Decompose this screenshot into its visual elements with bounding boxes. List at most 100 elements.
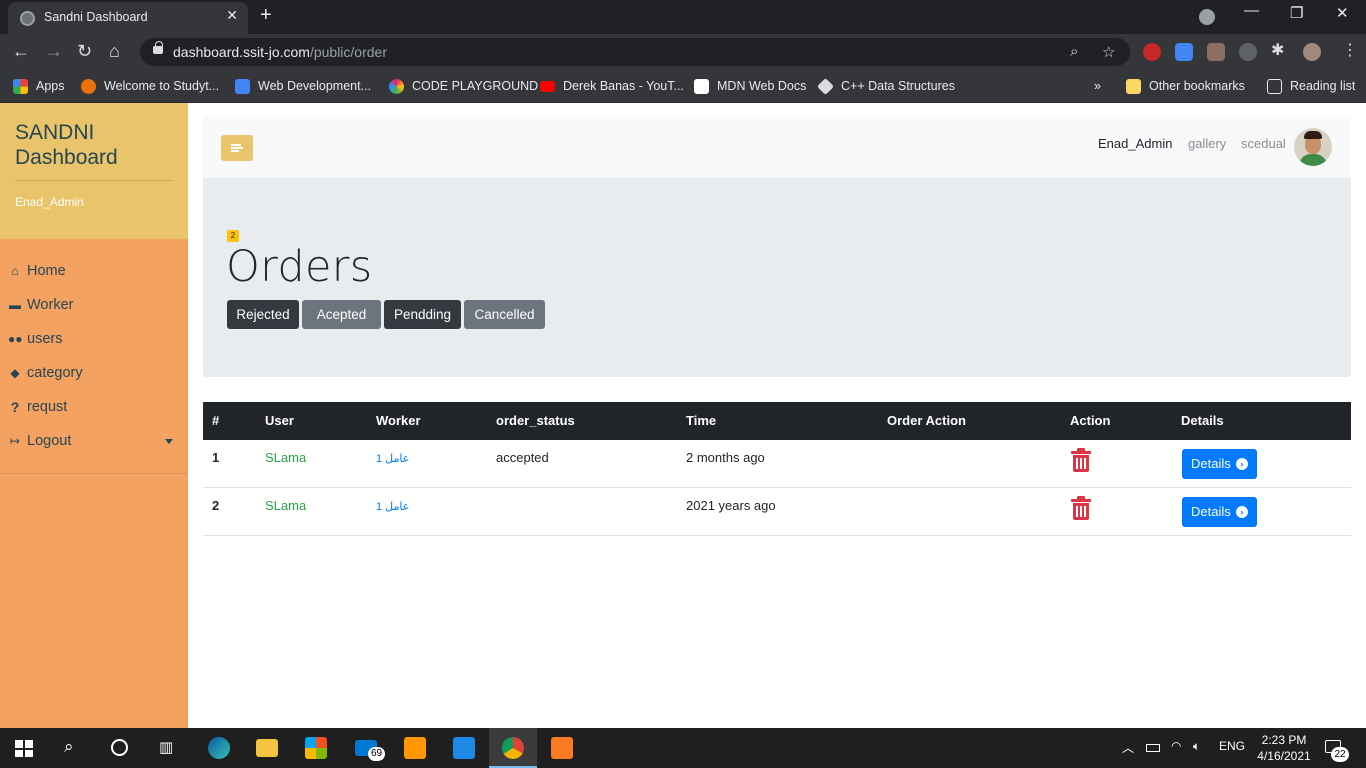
taskbar-vscode[interactable] (440, 728, 488, 768)
column-header: order_status (496, 413, 575, 428)
bookmark-mdn[interactable]: MDN Web Docs (694, 77, 806, 95)
store-icon (305, 737, 327, 759)
filter-rejected-button[interactable]: Rejected (227, 300, 299, 329)
extension-icon[interactable] (1239, 43, 1257, 61)
sidebar-toggle-button[interactable] (221, 135, 253, 161)
taskbar-file-explorer[interactable] (243, 728, 291, 768)
reading-list-button[interactable]: Reading list (1267, 77, 1355, 95)
details-button[interactable]: Details › (1182, 449, 1257, 479)
filter-pending-button[interactable]: Pendding (384, 300, 461, 329)
xampp-icon (551, 737, 573, 759)
volume-icon[interactable]: 🔈︎ (1193, 739, 1200, 754)
taskbar-edge[interactable] (195, 728, 243, 768)
puzzle-icon[interactable]: ✱ (1271, 41, 1284, 61)
bookmark-derek-banas[interactable]: Derek Banas - YouT... (540, 77, 684, 95)
sidebar-item-logout[interactable]: ↦ Logout (8, 430, 71, 452)
folder-icon (1126, 78, 1141, 94)
reload-icon[interactable]: ↻ (77, 41, 92, 61)
browser-tab[interactable]: Sandni Dashboard ✕ (8, 2, 248, 34)
zoom-icon[interactable]: ⌕ (1070, 43, 1078, 60)
bookmark-apps[interactable]: Apps (13, 77, 65, 95)
search-icon[interactable]: ⌕ (64, 737, 74, 757)
restore-icon[interactable]: ❐ (1290, 4, 1303, 22)
menu-bar (231, 144, 241, 146)
cortana-icon[interactable] (111, 739, 128, 756)
windows-start-icon[interactable] (15, 740, 33, 757)
more-menu-icon[interactable]: ⋮ (1342, 41, 1358, 61)
reading-list-icon (1267, 78, 1282, 94)
url-text[interactable]: dashboard.ssit-jo.com/public/order (173, 44, 387, 60)
close-window-icon[interactable]: ✕ (1336, 4, 1349, 22)
order-user-link[interactable]: SLama (265, 450, 306, 465)
translate-extension-icon[interactable] (1175, 43, 1193, 61)
sidebar-header: SANDNI Dashboard Enad_Admin (0, 103, 188, 239)
close-tab-icon[interactable]: ✕ (226, 7, 238, 24)
back-arrow-icon[interactable]: ← (12, 41, 30, 61)
details-button[interactable]: Details › (1182, 497, 1257, 527)
sidebar-item-category[interactable]: ◆ category (8, 362, 82, 384)
new-tab-icon[interactable]: + (260, 5, 272, 25)
column-header: Order Action (887, 413, 966, 428)
battery-icon[interactable] (1146, 744, 1160, 752)
avatar[interactable] (1294, 128, 1332, 166)
bookmark-code-playground[interactable]: CODE PLAYGROUND (389, 77, 538, 95)
taskbar-mail[interactable]: 69 (342, 728, 390, 768)
order-time: 2 months ago (686, 450, 765, 465)
sidebar-item-worker[interactable]: ▬ Worker (8, 294, 73, 316)
extension-icon[interactable] (1143, 43, 1161, 61)
sidebar-item-users[interactable]: ●● users (8, 328, 62, 350)
taskbar-store[interactable] (292, 728, 340, 768)
chevron-up-icon[interactable]: ︿ (1122, 739, 1134, 756)
bookmarks-bar: Apps Welcome to Studyt... Web Developmen… (0, 70, 1366, 103)
nav-link-gallery[interactable]: gallery (1188, 136, 1226, 151)
order-number: 1 (212, 450, 220, 465)
table-row: 2 SLama عامل 1 2021 years ago Details › (203, 488, 1351, 536)
nav-link-scedual[interactable]: scedual (1241, 136, 1286, 151)
filter-accepted-button[interactable]: Acepted (302, 300, 381, 329)
mail-badge: 69 (368, 747, 386, 761)
filter-cancelled-button[interactable]: Cancelled (464, 300, 545, 329)
forward-arrow-icon[interactable]: → (45, 41, 63, 61)
home-icon[interactable]: ⌂ (109, 41, 120, 61)
cpp-icon (817, 77, 834, 95)
minimize-icon[interactable]: — (1244, 2, 1259, 19)
sidebar-item-home[interactable]: ⌂ Home (8, 260, 65, 282)
order-worker-link[interactable]: عامل 1 (376, 452, 409, 465)
sidebar: SANDNI Dashboard Enad_Admin ⌂ Home ▬ Wor… (0, 103, 188, 728)
table-row: 1 SLama عامل 1 accepted 2 months ago Det… (203, 440, 1351, 488)
chrome-profile-icon[interactable] (1199, 9, 1215, 25)
youtube-icon (540, 80, 555, 92)
order-worker-link[interactable]: عامل 1 (376, 500, 409, 513)
browser-tab-strip: Sandni Dashboard ✕ + — ❐ ✕ (0, 0, 1366, 34)
divider (0, 473, 188, 474)
tab-title: Sandni Dashboard (44, 10, 148, 24)
bookmark-other-bookmarks[interactable]: Other bookmarks (1126, 77, 1245, 95)
extension-icon[interactable] (1207, 43, 1225, 61)
profile-avatar-icon[interactable] (1303, 43, 1321, 61)
trash-icon[interactable] (1071, 496, 1091, 522)
column-header: Action (1070, 413, 1111, 428)
sidebar-item-requst[interactable]: ? requst (8, 396, 68, 418)
address-bar[interactable]: dashboard.ssit-jo.com/public/order ⌕ ☆ (140, 38, 1130, 66)
bookmark-star-icon[interactable]: ☆ (1102, 43, 1115, 61)
bookmark-cpp-data-structures[interactable]: C++ Data Structures (817, 77, 955, 95)
bookmark-studytonight[interactable]: Welcome to Studyt... (81, 77, 219, 95)
trash-icon[interactable] (1071, 448, 1091, 474)
menu-bar (231, 147, 243, 149)
taskbar-sublime[interactable] (391, 728, 439, 768)
wifi-icon[interactable]: ◠ (1171, 739, 1181, 753)
column-header: Details (1181, 413, 1224, 428)
language-indicator[interactable]: ENG (1219, 739, 1245, 753)
bookmark-web-development[interactable]: Web Development... (235, 77, 371, 95)
bookmarks-overflow[interactable]: » (1094, 77, 1101, 95)
taskbar-chrome[interactable] (489, 728, 537, 768)
task-view-icon[interactable]: ▥ (159, 738, 173, 756)
chevron-down-icon[interactable] (165, 439, 173, 444)
brand-title[interactable]: SANDNI Dashboard (15, 120, 188, 170)
nav-link-user[interactable]: Enad_Admin (1098, 136, 1172, 151)
briefcase-icon: ▬ (9, 298, 21, 312)
lock-icon[interactable] (153, 41, 163, 54)
system-clock[interactable]: 2:23 PM 4/16/2021 (1253, 732, 1315, 764)
taskbar-xampp[interactable] (538, 728, 586, 768)
order-user-link[interactable]: SLama (265, 498, 306, 513)
